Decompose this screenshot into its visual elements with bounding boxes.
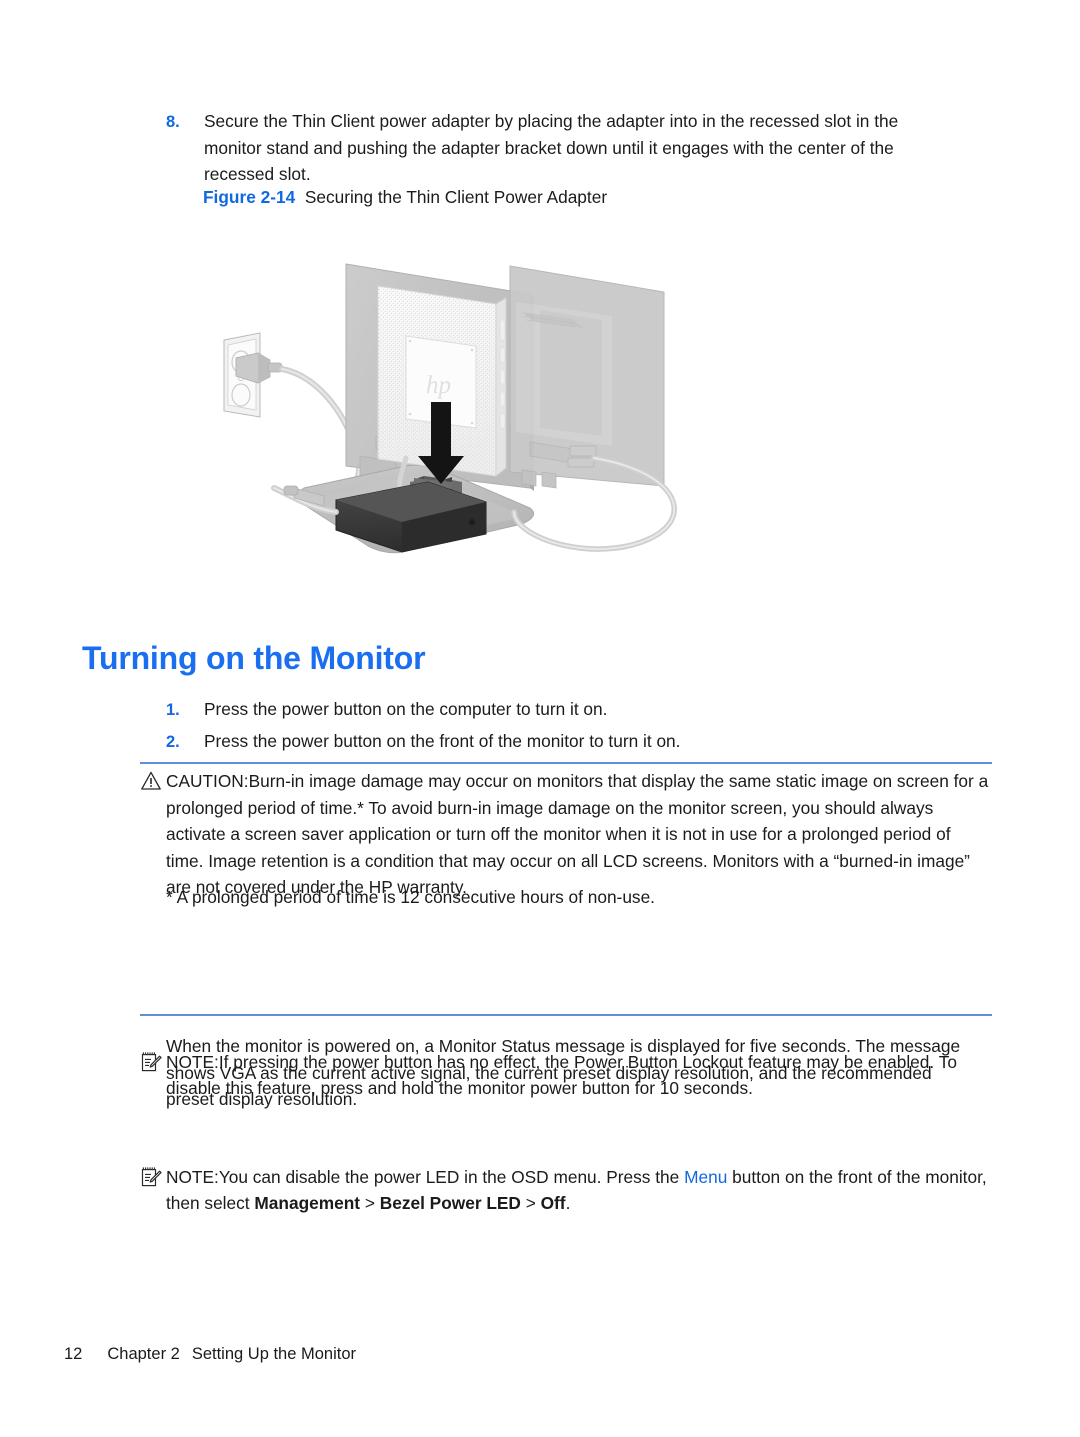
menu-cross-reference-link[interactable]: Menu	[684, 1167, 727, 1187]
monitor-rear-secondary	[509, 265, 665, 489]
step-text: Press the power button on the front of t…	[204, 731, 681, 751]
figure-caption: Figure 2-14 Securing the Thin Client Pow…	[203, 185, 607, 209]
figure-label: Figure 2-14	[203, 187, 296, 207]
divider	[140, 1014, 992, 1016]
footer-chapter: Chapter 2	[107, 1345, 180, 1363]
note-text-part3: .	[565, 1193, 571, 1213]
step-text: Secure the Thin Client power adapter by …	[204, 111, 899, 184]
list-item: 1. Press the power button on the compute…	[166, 696, 956, 724]
notepad-pencil-icon	[140, 1051, 164, 1075]
caution-label: CAUTION:	[166, 771, 249, 791]
footer-page-number: 12	[64, 1345, 83, 1363]
svg-text:hp: hp	[426, 372, 451, 399]
list-item: 8. Secure the Thin Client power adapter …	[166, 108, 956, 188]
step-number: 2.	[166, 733, 180, 751]
menu-path-management: Management	[254, 1193, 361, 1213]
menu-path-off: Off	[540, 1193, 566, 1213]
footnote: * A prolonged period of time is 12 conse…	[166, 887, 655, 907]
closing-paragraph: When the monitor is powered on, a Monito…	[166, 1036, 961, 1109]
page-title: Turning on the Monitor	[82, 640, 426, 676]
caution-text: Burn-in image damage may occur on monito…	[166, 771, 989, 897]
note-block-2: NOTE:You can disable the power LED in th…	[140, 1164, 992, 1217]
document-page: 8. Secure the Thin Client power adapter …	[0, 0, 1080, 1437]
caution-block: CAUTION:Burn-in image damage may occur o…	[140, 768, 992, 901]
menu-path-bezel-power-led: Bezel Power LED	[379, 1193, 521, 1213]
note-text-part1: You can disable the power LED in the OSD…	[218, 1166, 685, 1187]
warning-triangle-icon	[140, 770, 164, 794]
step-text: Press the power button on the computer t…	[204, 699, 608, 719]
menu-path-separator-1: >	[360, 1193, 380, 1213]
hp-logo-icon: hp	[426, 372, 451, 399]
power-plug-icon	[235, 352, 283, 384]
page-footer: 12 Chapter 2 Setting Up the Monitor	[64, 1345, 356, 1364]
monitor-thin-client-diagram: hp	[223, 263, 677, 554]
divider	[140, 762, 992, 764]
list-item: 2. Press the power button on the front o…	[166, 728, 956, 756]
menu-path-separator-2: >	[520, 1193, 541, 1213]
step-number: 1.	[166, 701, 180, 719]
notepad-pencil-icon	[140, 1166, 164, 1190]
step-number: 8.	[166, 113, 180, 131]
figure-title: Securing the Thin Client Power Adapter	[304, 187, 608, 207]
figure-illustration: hp	[200, 250, 700, 570]
footer-chapter-title: Setting Up the Monitor	[191, 1345, 356, 1363]
note-label: NOTE:	[166, 1166, 219, 1187]
